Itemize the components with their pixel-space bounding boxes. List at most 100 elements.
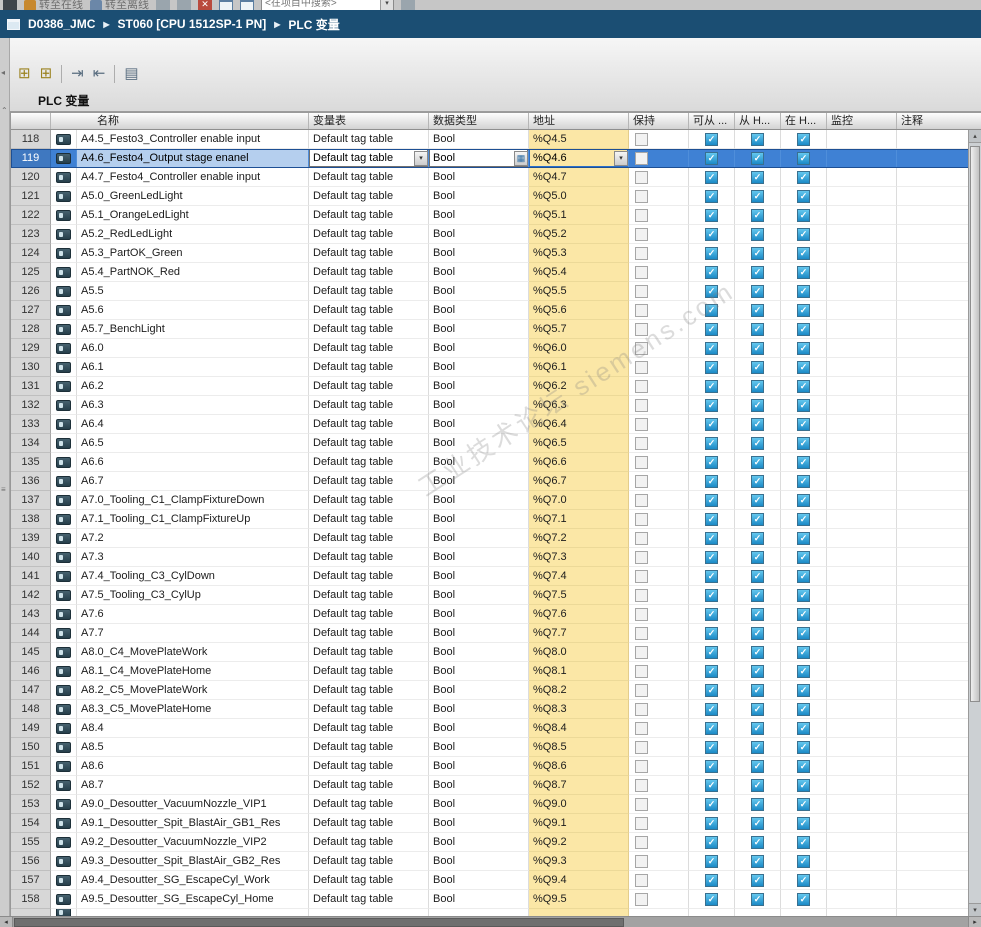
tag-name-cell[interactable]: A6.4 — [77, 415, 309, 434]
accessible-checkbox[interactable] — [705, 379, 718, 393]
toolbar-icon-2[interactable] — [177, 0, 191, 10]
retain-cell[interactable] — [629, 396, 689, 415]
row-number[interactable]: 137 — [11, 491, 51, 510]
table-row[interactable]: 155 A9.2_Desoutter_VacuumNozzle_VIP2 Def… — [11, 833, 981, 852]
accessible-checkbox[interactable] — [705, 227, 718, 241]
retain-cell[interactable] — [629, 757, 689, 776]
row-number[interactable]: 157 — [11, 871, 51, 890]
table-row[interactable]: 151 A8.6 Default tag table ▾ Bool ▦ %Q8.… — [11, 757, 981, 776]
tag-name-cell[interactable]: A8.4 — [77, 719, 309, 738]
data-type-cell[interactable]: Bool ▦ — [429, 795, 529, 814]
tag-table-cell[interactable]: Default tag table ▾ — [309, 757, 429, 776]
retain-cell[interactable] — [629, 795, 689, 814]
retain-cell[interactable] — [629, 320, 689, 339]
retain-cell[interactable] — [629, 282, 689, 301]
data-type-cell[interactable]: Bool ▦ — [429, 130, 529, 149]
retain-checkbox[interactable] — [635, 835, 648, 849]
row-number[interactable]: 129 — [11, 339, 51, 358]
monitor-cell[interactable] — [827, 130, 897, 149]
retain-checkbox[interactable] — [635, 702, 648, 716]
accessible-checkbox[interactable] — [705, 797, 718, 811]
tag-table-cell[interactable]: Default tag table ▾ — [309, 719, 429, 738]
accessible-checkbox[interactable] — [705, 398, 718, 412]
retain-cell[interactable] — [629, 529, 689, 548]
tag-name-cell[interactable]: A7.7 — [77, 624, 309, 643]
retain-checkbox[interactable] — [635, 816, 648, 830]
visible-in-hmi-cell[interactable] — [781, 282, 827, 301]
visible-in-hmi-cell[interactable] — [781, 358, 827, 377]
accessible-checkbox[interactable] — [705, 721, 718, 735]
accessible-from-hmi-cell[interactable] — [689, 529, 735, 548]
writable-from-hmi-cell[interactable] — [735, 225, 781, 244]
data-type-cell[interactable]: Bool ▦ — [429, 890, 529, 909]
go-online-button[interactable]: 转至在线 — [24, 0, 83, 10]
accessible-checkbox[interactable] — [705, 360, 718, 374]
tag-name-cell[interactable]: A6.1 — [77, 358, 309, 377]
visible-hmi-checkbox[interactable] — [797, 778, 810, 792]
tag-table-cell[interactable]: Default tag table ▾ — [309, 339, 429, 358]
data-type-cell[interactable]: Bool ▦ — [429, 225, 529, 244]
accessible-checkbox[interactable] — [705, 854, 718, 868]
table-row[interactable]: 147 A8.2_C5_MovePlateWork Default tag ta… — [11, 681, 981, 700]
data-type-cell[interactable]: Bool ▦ — [429, 586, 529, 605]
data-type-cell[interactable]: Bool ▦ — [429, 358, 529, 377]
tag-table-cell[interactable]: Default tag table ▾ — [309, 301, 429, 320]
tag-name-cell[interactable]: A9.0_Desoutter_VacuumNozzle_VIP1 — [77, 795, 309, 814]
writable-from-hmi-cell[interactable] — [735, 757, 781, 776]
visible-in-hmi-cell[interactable] — [781, 833, 827, 852]
visible-in-hmi-cell[interactable] — [781, 624, 827, 643]
visible-in-hmi-cell[interactable] — [781, 738, 827, 757]
monitor-cell[interactable] — [827, 149, 897, 168]
row-number[interactable]: 158 — [11, 890, 51, 909]
retain-cell[interactable] — [629, 491, 689, 510]
accessible-from-hmi-cell[interactable] — [689, 738, 735, 757]
table-row[interactable]: 127 A5.6 Default tag table ▾ Bool ▦ %Q5.… — [11, 301, 981, 320]
address-cell[interactable]: %Q6.5 ▾ — [529, 434, 629, 453]
writable-from-hmi-cell[interactable] — [735, 358, 781, 377]
visible-in-hmi-cell[interactable] — [781, 149, 827, 168]
retain-checkbox[interactable] — [635, 170, 648, 184]
accessible-checkbox[interactable] — [705, 645, 718, 659]
monitor-cell[interactable] — [827, 187, 897, 206]
accessible-checkbox[interactable] — [705, 132, 718, 146]
monitor-cell[interactable] — [827, 263, 897, 282]
writable-from-hmi-cell[interactable] — [735, 795, 781, 814]
retain-checkbox[interactable] — [635, 645, 648, 659]
accessible-checkbox[interactable] — [705, 208, 718, 222]
visible-hmi-checkbox[interactable] — [797, 151, 810, 165]
address-dropdown-button[interactable]: ▾ — [614, 150, 628, 166]
row-number[interactable]: 154 — [11, 814, 51, 833]
table-row[interactable]: 120 A4.7_Festo4_Controller enable input … — [11, 168, 981, 187]
table-row[interactable]: 129 A6.0 Default tag table ▾ Bool ▦ %Q6.… — [11, 339, 981, 358]
row-number[interactable]: 144 — [11, 624, 51, 643]
data-type-picker-button[interactable]: ▦ — [514, 150, 528, 166]
tag-name-cell[interactable]: A8.3_C5_MovePlateHome — [77, 700, 309, 719]
tag-table-cell[interactable]: Default tag table ▾ — [309, 396, 429, 415]
monitor-cell[interactable] — [827, 567, 897, 586]
visible-in-hmi-cell[interactable] — [781, 681, 827, 700]
writable-from-hmi-cell[interactable] — [735, 776, 781, 795]
retain-cell[interactable] — [629, 643, 689, 662]
retain-cell[interactable] — [629, 149, 689, 168]
data-type-cell[interactable]: Bool ▦ — [429, 510, 529, 529]
address-cell[interactable]: %Q5.7 ▾ — [529, 320, 629, 339]
writable-from-hmi-cell[interactable] — [735, 434, 781, 453]
tag-table-cell[interactable]: Default tag table ▾ — [309, 567, 429, 586]
writable-from-hmi-cell[interactable] — [735, 377, 781, 396]
table-row[interactable]: 128 A5.7_BenchLight Default tag table ▾ … — [11, 320, 981, 339]
writable-from-hmi-cell[interactable] — [735, 282, 781, 301]
visible-hmi-checkbox[interactable] — [797, 189, 810, 203]
visible-hmi-checkbox[interactable] — [797, 246, 810, 260]
table-row[interactable]: 145 A8.0_C4_MovePlateWork Default tag ta… — [11, 643, 981, 662]
tag-table-cell[interactable]: Default tag table ▾ — [309, 738, 429, 757]
visible-hmi-checkbox[interactable] — [797, 873, 810, 887]
add-row-icon[interactable]: ⊞ — [40, 64, 53, 84]
accessible-checkbox[interactable] — [705, 702, 718, 716]
retain-cell[interactable] — [629, 168, 689, 187]
accessible-from-hmi-cell[interactable] — [689, 776, 735, 795]
row-number[interactable]: 136 — [11, 472, 51, 491]
retain-checkbox[interactable] — [635, 474, 648, 488]
writable-hmi-checkbox[interactable] — [751, 417, 764, 431]
export-icon[interactable]: ⇥ — [71, 64, 84, 84]
visible-hmi-checkbox[interactable] — [797, 132, 810, 146]
